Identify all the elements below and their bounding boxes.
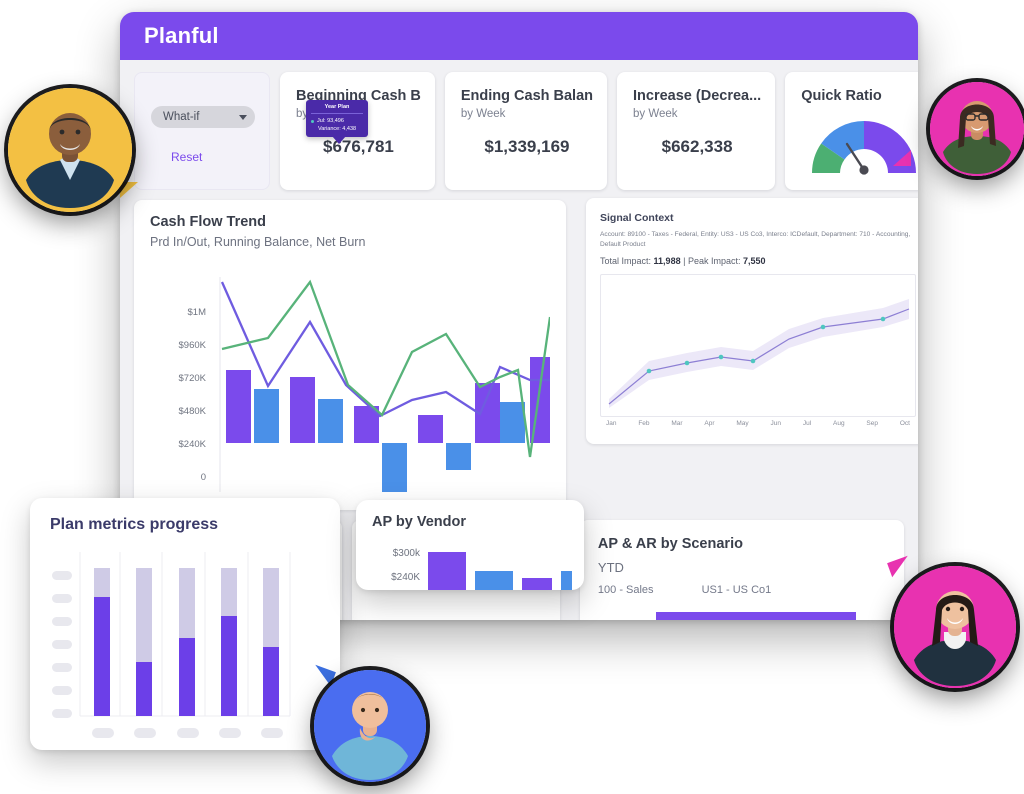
pointer-arrow-pink-top — [893, 150, 911, 166]
total-impact-label: Total Impact: — [600, 256, 652, 267]
what-if-filter-card: What-if Reset — [134, 72, 270, 190]
app-title: Planful — [144, 23, 219, 48]
ap-by-vendor-plot: $300k $240K — [391, 548, 584, 590]
svg-text:$720K: $720K — [179, 373, 207, 384]
what-if-select[interactable]: What-if — [151, 106, 255, 128]
x-tick-jun: Jun — [770, 420, 781, 428]
cash-flow-trend-title: Cash Flow Trend — [150, 214, 267, 230]
x-tick-mar: Mar — [671, 420, 683, 428]
cash-flow-trend-subtitle: Prd In/Out, Running Balance, Net Burn — [150, 235, 366, 249]
x-tick-oct: Oct — [899, 420, 910, 428]
ap-by-vendor-title: AP by Vendor — [372, 514, 467, 530]
kpi-card-increase-decrease[interactable]: Increase (Decrea... by Week $662,338 — [617, 72, 776, 190]
signal-context-meta-line-2: Default Product — [600, 241, 646, 249]
x-tick-feb: Feb — [638, 420, 650, 428]
tooltip-series-dot — [311, 119, 314, 123]
tooltip-row-1: Jul: 93,496 — [317, 118, 344, 124]
ap-ar-legend-item-1: US1 - US Co1 — [701, 584, 772, 596]
peak-impact-value: 7,550 — [743, 256, 766, 267]
avatar-person-4 — [314, 670, 426, 782]
kpi-value: $662,338 — [661, 136, 733, 156]
avatar-person-1 — [8, 88, 132, 212]
reset-button[interactable]: Reset — [171, 150, 255, 164]
cash-flow-trend-card: Cash Flow Trend Prd In/Out, Running Bala… — [134, 200, 566, 510]
kpi-subtitle: by Week — [460, 107, 506, 120]
middle-row: Cash Flow Trend Prd In/Out, Running Bala… — [134, 100, 918, 510]
kpi-card-ending-cash[interactable]: Ending Cash Balan by Week $1,339,169 — [444, 72, 608, 190]
kpi-row: What-if Reset Beginning Cash B by Week $… — [134, 72, 918, 190]
kpi-value: $1,339,169 — [484, 136, 570, 156]
ap-vendor-tick-240k: $240K — [391, 572, 420, 583]
ap-ar-title: AP & AR by Scenario — [597, 536, 743, 552]
peak-impact-label: Peak Impact: — [687, 256, 741, 267]
screenshot-root: Planful What-if Reset Beginning Cash B b… — [0, 0, 1024, 794]
impact-divider: | — [683, 256, 686, 267]
kpi-value: $676,781 — [322, 136, 394, 156]
signal-context-plot — [600, 274, 916, 418]
svg-text:$1M: $1M — [188, 307, 207, 318]
svg-text:$960K: $960K — [179, 340, 207, 351]
ap-ar-legend: 100 - Sales US1 - US Co1 — [598, 584, 886, 596]
signal-context-impact: Total Impact: 11,988 | Peak Impact: 7,55… — [600, 256, 916, 266]
x-tick-aug: Aug — [833, 420, 845, 428]
kpi-subtitle: by Week — [633, 107, 678, 120]
tooltip-row-2: Variance: 4,438 — [317, 126, 357, 132]
signal-context-meta-line-1: Account: 89100 - Taxes - Federal, Entity… — [600, 231, 911, 238]
progress-bars — [94, 568, 279, 716]
avatar-person-3 — [894, 566, 1016, 688]
y-label-placeholders — [52, 571, 72, 718]
app-header: Planful — [120, 12, 918, 60]
ap-ar-by-scenario-card: AP & AR by Scenario YTD 100 - Sales US1 … — [579, 520, 904, 620]
tooltip-header: Year Plan — [311, 104, 363, 114]
signal-context-x-axis: Jan Feb Mar Apr May Jun Jul Aug Sep Oct — [600, 417, 916, 427]
ap-ar-period: YTD — [597, 560, 624, 575]
signal-context-card: Signal Context Account: 89100 - Taxes - … — [306, 100, 918, 444]
signal-context-meta: Account: 89100 - Taxes - Federal, Entity… — [600, 230, 916, 250]
signal-context-title: Signal Context — [600, 212, 674, 224]
kpi-title: Quick Ratio — [801, 88, 882, 104]
x-tick-may: May — [736, 420, 749, 428]
svg-text:$240K: $240K — [179, 439, 207, 450]
svg-text:0: 0 — [201, 472, 206, 483]
svg-text:$480K: $480K — [179, 406, 207, 417]
x-tick-sep: Sep — [866, 420, 878, 428]
ap-ar-bars — [655, 612, 886, 620]
avatar-person-2 — [930, 82, 1024, 176]
year-plan-tooltip: Year Plan Jul: 93,496 Variance: 4,438 — [306, 100, 368, 144]
x-tick-jan: Jan — [606, 420, 617, 428]
plan-metrics-plot — [52, 552, 291, 738]
kpi-title: Increase (Decrea... — [633, 88, 762, 104]
kpi-title: Ending Cash Balan — [460, 88, 594, 104]
what-if-select-label: What-if — [163, 111, 200, 123]
ap-bar — [655, 612, 856, 620]
chevron-down-icon — [239, 114, 247, 120]
ap-vendor-tick-300k: $300k — [393, 548, 421, 559]
x-label-placeholders — [92, 728, 283, 738]
plan-metrics-progress-card: Plan metrics progress — [30, 498, 340, 750]
kpi-card-quick-ratio[interactable]: Quick Ratio — [785, 72, 918, 190]
ap-ar-legend-item-0: 100 - Sales — [597, 584, 654, 596]
total-impact-value: 11,988 — [653, 256, 681, 267]
tooltip-pointer — [332, 136, 346, 144]
ap-by-vendor-card: AP by Vendor $300k $240K — [356, 500, 584, 590]
x-tick-apr: Apr — [704, 420, 715, 428]
x-tick-jul: Jul — [802, 420, 812, 428]
plan-metrics-title: Plan metrics progress — [50, 516, 219, 533]
cash-flow-trend-plot: $1M $960K $720K $480K $240K 0 — [179, 277, 555, 492]
